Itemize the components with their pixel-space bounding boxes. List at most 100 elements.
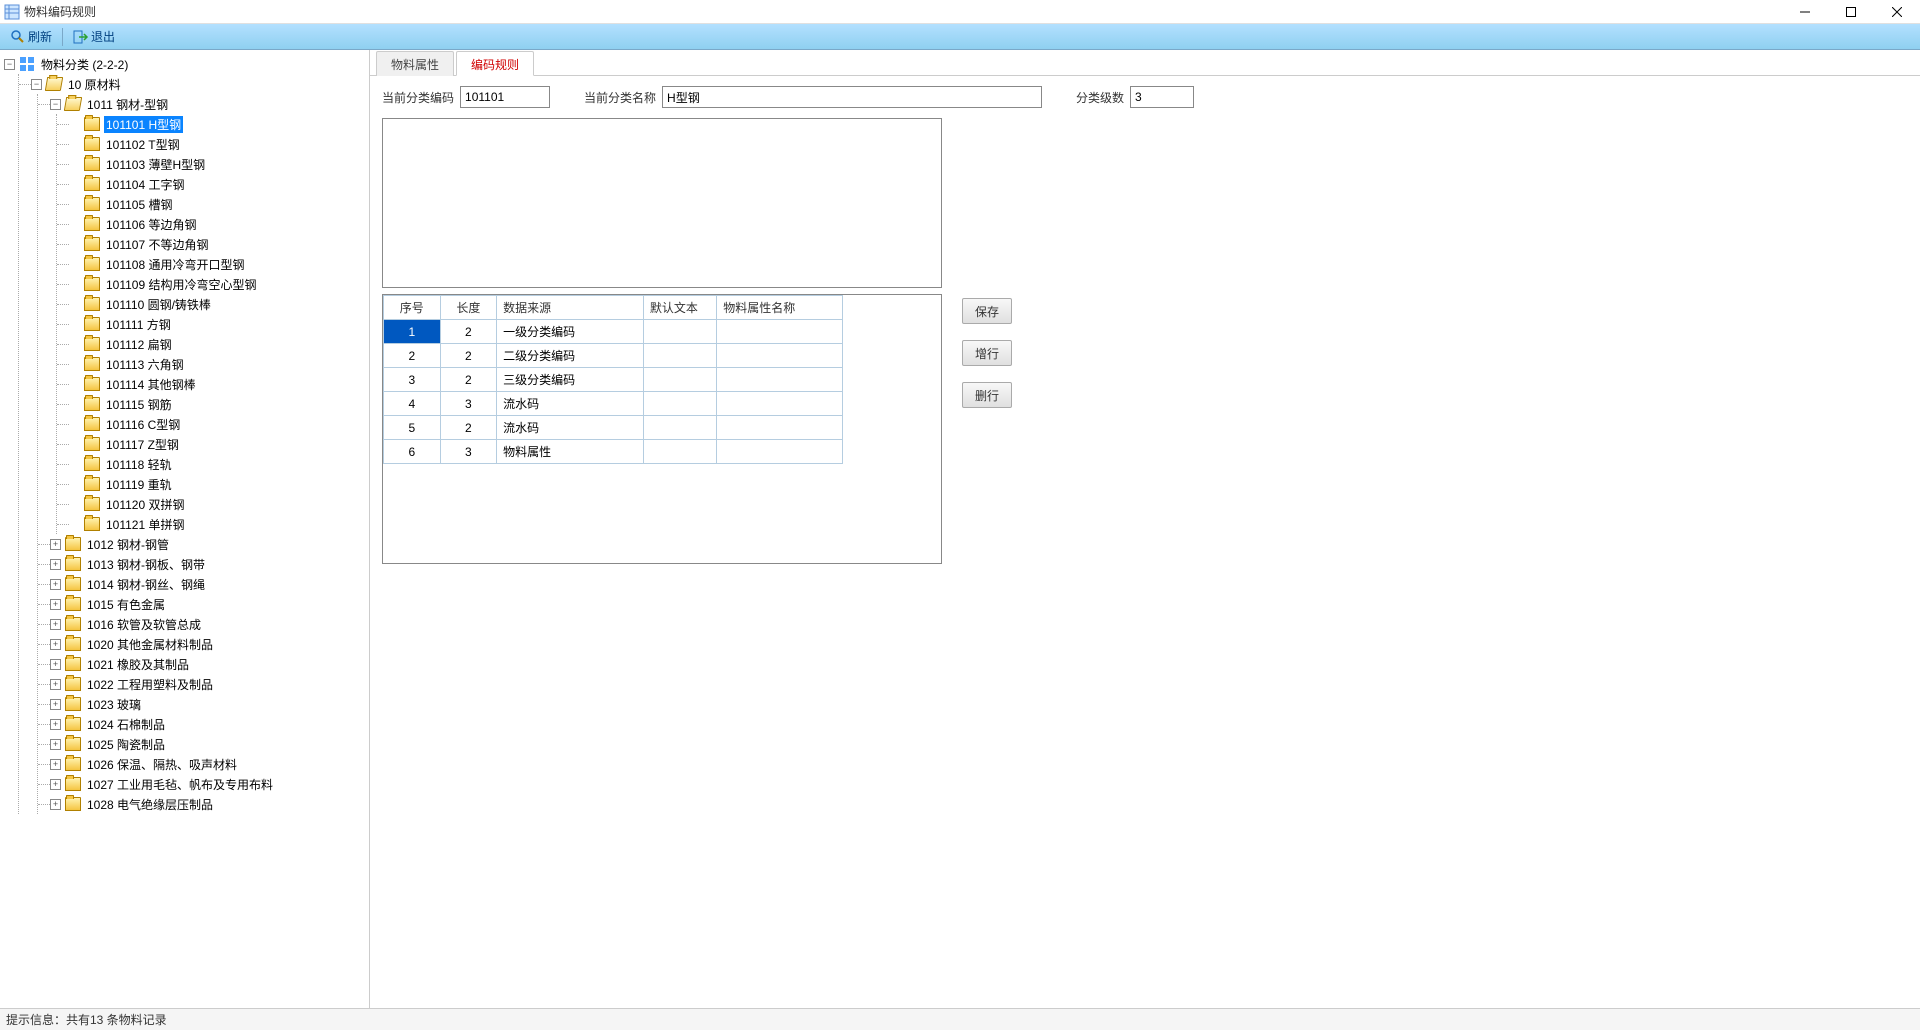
tree-sibling-node[interactable]: +1027 工业用毛毡、帆布及专用布料 [38,774,369,794]
tree-leaf-node[interactable]: 101115 钢筋 [57,394,369,414]
tree-sibling-node[interactable]: +1024 石棉制品 [38,714,369,734]
tree-leaf-node[interactable]: 101121 单拼钢 [57,514,369,534]
tree-sibling-node[interactable]: +1016 软管及软管总成 [38,614,369,634]
grid-cell[interactable] [643,392,716,416]
tree-sibling-node[interactable]: +1028 电气绝缘层压制品 [38,794,369,814]
col-header-def[interactable]: 默认文本 [643,296,716,320]
grid-cell[interactable]: 2 [440,344,497,368]
expand-toggle-icon[interactable]: + [50,679,61,690]
expand-toggle-icon[interactable]: + [50,539,61,550]
grid-cell[interactable]: 3 [384,368,441,392]
grid-cell[interactable] [717,344,843,368]
tree-leaf-node[interactable]: 101120 双拼钢 [57,494,369,514]
tree-sibling-node[interactable]: +1022 工程用塑料及制品 [38,674,369,694]
expand-toggle-icon[interactable]: + [50,799,61,810]
grid-cell[interactable]: 2 [384,344,441,368]
tree-sibling-node[interactable]: +1023 玻璃 [38,694,369,714]
tree-leaf-node[interactable]: 101114 其他钢棒 [57,374,369,394]
expand-toggle-icon[interactable]: + [50,739,61,750]
tree-sibling-node[interactable]: +1025 陶瓷制品 [38,734,369,754]
tree-sibling-node[interactable]: +1013 钢材-钢板、钢带 [38,554,369,574]
level-input[interactable] [1130,86,1194,108]
grid-cell[interactable] [717,392,843,416]
grid-cell[interactable]: 物料属性 [497,440,644,464]
tree-leaf-node[interactable]: 101103 薄壁H型钢 [57,154,369,174]
grid-cell[interactable] [643,344,716,368]
tree-sibling-node[interactable]: +1012 钢材-钢管 [38,534,369,554]
grid-cell[interactable]: 三级分类编码 [497,368,644,392]
delrow-button[interactable]: 删行 [962,382,1012,408]
col-header-attr[interactable]: 物料属性名称 [717,296,843,320]
refresh-button[interactable]: 刷新 [4,26,58,48]
tree-leaf-node[interactable]: 101108 通用冷弯开口型钢 [57,254,369,274]
col-header-len[interactable]: 长度 [440,296,497,320]
col-header-seq[interactable]: 序号 [384,296,441,320]
tree-leaf-node[interactable]: 101105 槽钢 [57,194,369,214]
table-row[interactable]: 63物料属性 [384,440,843,464]
tree-sibling-node[interactable]: +1015 有色金属 [38,594,369,614]
save-button[interactable]: 保存 [962,298,1012,324]
tree-sibling-node[interactable]: +1026 保温、隔热、吸声材料 [38,754,369,774]
expand-toggle-icon[interactable]: + [50,599,61,610]
tree-leaf-node[interactable]: 101112 扁钢 [57,334,369,354]
table-row[interactable]: 22二级分类编码 [384,344,843,368]
addrow-button[interactable]: 增行 [962,340,1012,366]
grid-cell[interactable] [717,416,843,440]
grid-cell[interactable]: 5 [384,416,441,440]
minimize-button[interactable] [1782,0,1828,24]
tree-root-node[interactable]: −物料分类 (2-2-2) [0,54,369,74]
grid-cell[interactable]: 2 [440,368,497,392]
expand-toggle-icon[interactable]: − [31,79,42,90]
tree-leaf-node[interactable]: 101116 C型钢 [57,414,369,434]
expand-toggle-icon[interactable]: + [50,659,61,670]
tree-sibling-node[interactable]: +1014 钢材-钢丝、钢绳 [38,574,369,594]
expand-toggle-icon[interactable]: + [50,719,61,730]
expand-toggle-icon[interactable]: − [50,99,61,110]
grid-cell[interactable]: 1 [384,320,441,344]
tree-leaf-node[interactable]: 101102 T型钢 [57,134,369,154]
grid-cell[interactable] [717,440,843,464]
table-row[interactable]: 12一级分类编码 [384,320,843,344]
expand-toggle-icon[interactable]: + [50,759,61,770]
grid-cell[interactable]: 流水码 [497,416,644,440]
tree-leaf-node[interactable]: 101117 Z型钢 [57,434,369,454]
col-header-src[interactable]: 数据来源 [497,296,644,320]
table-row[interactable]: 43流水码 [384,392,843,416]
grid-cell[interactable]: 一级分类编码 [497,320,644,344]
exit-button[interactable]: 退出 [67,26,121,48]
grid-cell[interactable]: 二级分类编码 [497,344,644,368]
expand-toggle-icon[interactable]: + [50,779,61,790]
tree-level2-node[interactable]: −1011 钢材-型钢 [38,94,369,114]
close-button[interactable] [1874,0,1920,24]
tab-material-attr[interactable]: 物料属性 [376,51,454,76]
grid-cell[interactable] [643,320,716,344]
grid-cell[interactable] [643,440,716,464]
expand-toggle-icon[interactable]: + [50,619,61,630]
table-row[interactable]: 32三级分类编码 [384,368,843,392]
expand-toggle-icon[interactable]: + [50,699,61,710]
tree-leaf-node[interactable]: 101101 H型钢 [57,114,369,134]
table-row[interactable]: 52流水码 [384,416,843,440]
tree-leaf-node[interactable]: 101104 工字钢 [57,174,369,194]
grid-cell[interactable] [643,416,716,440]
grid-cell[interactable]: 3 [440,392,497,416]
tree-leaf-node[interactable]: 101109 结构用冷弯空心型钢 [57,274,369,294]
expand-toggle-icon[interactable]: + [50,559,61,570]
tree-leaf-node[interactable]: 101107 不等边角钢 [57,234,369,254]
grid-cell[interactable] [643,368,716,392]
tree-level1-node[interactable]: −10 原材料 [19,74,369,94]
tab-coding-rule[interactable]: 编码规则 [456,51,534,76]
tree-leaf-node[interactable]: 101106 等边角钢 [57,214,369,234]
tree-leaf-node[interactable]: 101110 圆钢/铸铁棒 [57,294,369,314]
name-input[interactable] [662,86,1042,108]
tree-scroll[interactable]: −物料分类 (2-2-2)−10 原材料−1011 钢材-型钢101101 H型… [0,50,369,1008]
grid-cell[interactable] [717,320,843,344]
tree-leaf-node[interactable]: 101118 轻轨 [57,454,369,474]
tree-leaf-node[interactable]: 101119 重轨 [57,474,369,494]
grid-cell[interactable]: 流水码 [497,392,644,416]
tree-sibling-node[interactable]: +1021 橡胶及其制品 [38,654,369,674]
grid-cell[interactable] [717,368,843,392]
grid-cell[interactable]: 2 [440,320,497,344]
grid-cell[interactable]: 4 [384,392,441,416]
expand-toggle-icon[interactable]: − [4,59,15,70]
